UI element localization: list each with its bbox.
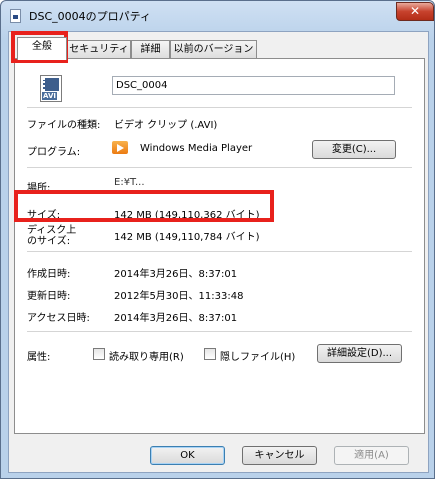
created-label: 作成日時: xyxy=(27,269,71,280)
location-value: E:¥T... xyxy=(114,177,145,188)
dialog-client: 全般 セキュリティ 詳細 以前のバージョン AVI DSC_0004 ファイルの… xyxy=(8,31,429,473)
disk-size-label: ディスク上 のサイズ: xyxy=(27,225,76,247)
file-name-field[interactable]: DSC_0004 xyxy=(112,76,395,95)
program-label: プログラム: xyxy=(27,147,81,158)
video-file-icon: AVI xyxy=(40,75,62,102)
type-value: ビデオ クリップ (.AVI) xyxy=(114,120,218,131)
readonly-label[interactable]: 読み取り専用(R) xyxy=(109,348,184,363)
disk-size-label-line1: ディスク上 xyxy=(27,225,77,236)
disk-size-label-line2: のサイズ: xyxy=(27,236,71,247)
modified-value: 2012年5月30日、11:33:48 xyxy=(114,291,244,302)
close-button[interactable]: ✕ xyxy=(396,2,434,21)
title-bar[interactable]: DSC_0004のプロパティ ✕ xyxy=(1,1,434,31)
program-value: Windows Media Player xyxy=(140,143,253,154)
advanced-button[interactable]: 詳細設定(D)... xyxy=(317,344,402,363)
media-player-icon xyxy=(112,141,128,154)
tab-security[interactable]: セキュリティ xyxy=(67,40,131,59)
cancel-button[interactable]: キャンセル xyxy=(242,446,317,465)
separator xyxy=(27,167,412,168)
separator xyxy=(27,251,412,252)
apply-button[interactable]: 適用(A) xyxy=(334,446,409,465)
tab-previous-versions[interactable]: 以前のバージョン xyxy=(170,40,257,59)
ok-button[interactable]: OK xyxy=(150,446,225,465)
window-title: DSC_0004のプロパティ xyxy=(29,10,151,23)
disk-size-value: 142 MB (149,110,784 バイト) xyxy=(114,232,260,243)
tab-general[interactable]: 全般 xyxy=(17,37,67,60)
hidden-label[interactable]: 隠しファイル(H) xyxy=(220,348,295,363)
properties-window: DSC_0004のプロパティ ✕ 全般 セキュリティ 詳細 以前のバージョン A… xyxy=(0,0,435,479)
accessed-label: アクセス日時: xyxy=(27,313,90,324)
avi-label: AVI xyxy=(42,92,57,100)
hidden-checkbox[interactable] xyxy=(204,348,216,360)
tab-details[interactable]: 詳細 xyxy=(131,40,170,59)
created-value: 2014年3月26日、8:37:01 xyxy=(114,269,238,280)
file-icon xyxy=(10,9,21,23)
accessed-value: 2014年3月26日、8:37:01 xyxy=(114,313,238,324)
readonly-checkbox[interactable] xyxy=(93,348,105,360)
separator xyxy=(27,107,412,108)
change-program-button[interactable]: 変更(C)... xyxy=(312,140,396,159)
type-label: ファイルの種類: xyxy=(27,120,101,131)
general-page: AVI DSC_0004 ファイルの種類: ビデオ クリップ (.AVI) プロ… xyxy=(14,58,425,434)
highlight-box-size xyxy=(14,190,274,222)
attributes-label: 属性: xyxy=(27,352,51,363)
modified-label: 更新日時: xyxy=(27,291,71,302)
separator xyxy=(27,331,412,332)
